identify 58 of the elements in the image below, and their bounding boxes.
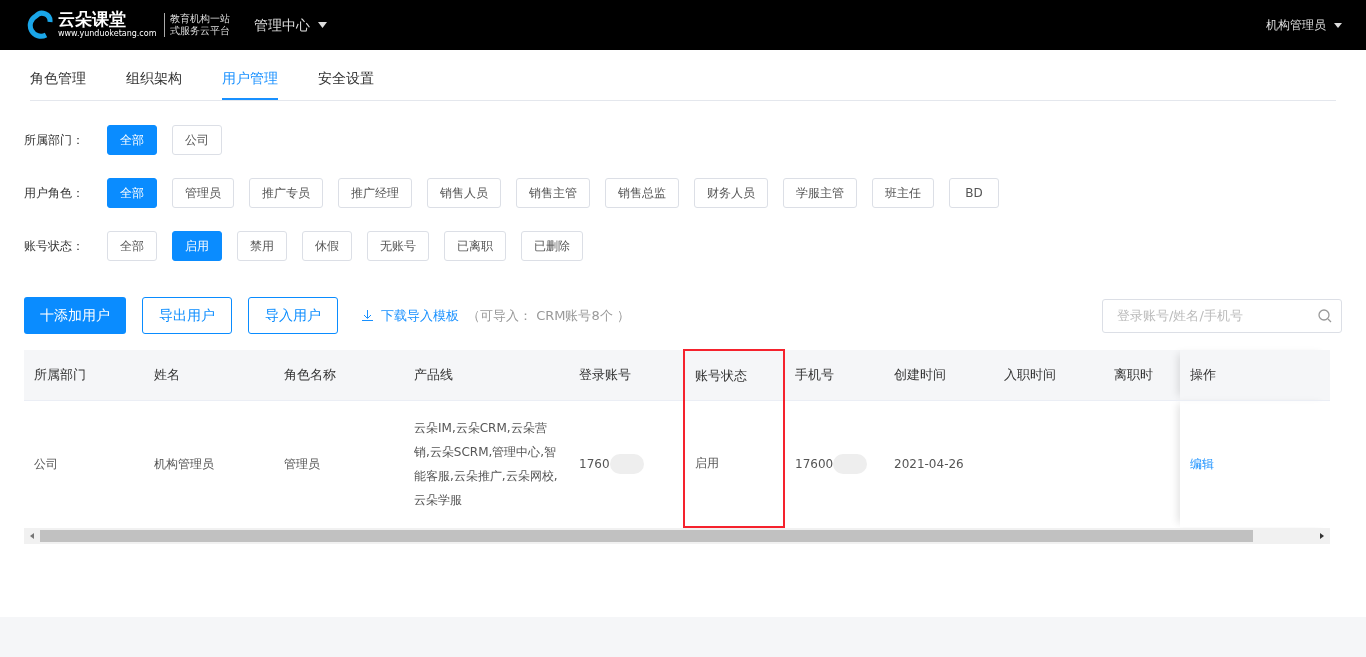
filter-option[interactable]: BD	[949, 178, 999, 208]
download-icon	[362, 310, 373, 321]
table-cell: 管理员	[274, 400, 404, 527]
column-header: 产品线	[404, 350, 569, 400]
filter-option[interactable]: 休假	[302, 231, 352, 261]
horizontal-scrollbar[interactable]	[24, 528, 1330, 544]
filter-option[interactable]: 推广经理	[338, 178, 412, 208]
column-header: 登录账号	[569, 350, 684, 400]
filter-option[interactable]: 公司	[172, 125, 222, 155]
slogan-text: 式服务云平台	[170, 25, 231, 37]
filter-option[interactable]: 财务人员	[694, 178, 768, 208]
column-header: 手机号	[784, 350, 884, 400]
filter-option[interactable]: 全部	[107, 231, 157, 261]
logo-url: www.yunduoketang.com	[58, 28, 157, 40]
column-header: 离职时	[1104, 350, 1180, 400]
caret-icon	[318, 22, 328, 28]
caret-icon	[1334, 22, 1342, 28]
filter-label: 用户角色：	[24, 185, 85, 202]
import-users-button[interactable]: 导入用户	[248, 297, 338, 334]
column-header: 账号状态	[684, 350, 784, 400]
nav-tab[interactable]: 安全设置	[318, 58, 374, 100]
column-header: 创建时间	[884, 350, 994, 400]
filter-option[interactable]: 推广专员	[249, 178, 323, 208]
column-header: 操作	[1180, 350, 1330, 400]
filter-option[interactable]: 销售人员	[427, 178, 501, 208]
table-cell: 17600	[795, 456, 834, 471]
filter-option[interactable]: 已删除	[521, 231, 583, 261]
filter-option[interactable]: 销售主管	[516, 178, 590, 208]
nav-tab[interactable]: 角色管理	[30, 58, 86, 100]
filter-option[interactable]: 销售总监	[605, 178, 679, 208]
logo[interactable]: 云朵课堂 www.yunduoketang.com 教育机构一站 式服务云平台	[24, 10, 231, 40]
slogan-text: 教育机构一站	[170, 13, 231, 25]
filter-option[interactable]: 学服主管	[783, 178, 857, 208]
filter-label: 所属部门：	[24, 132, 85, 149]
filter-label: 账号状态：	[24, 238, 85, 255]
filter-option[interactable]: 已离职	[444, 231, 506, 261]
scrollbar-thumb[interactable]	[40, 530, 1253, 542]
column-header: 入职时间	[994, 350, 1104, 400]
search-field[interactable]: 登录账号/姓名/手机号	[1102, 298, 1342, 333]
nav-tab[interactable]: 组织架构	[126, 58, 182, 100]
table-cell: 机构管理员	[144, 400, 274, 527]
table-cell: 2021-04-26	[884, 400, 994, 527]
column-header: 所属部门	[24, 350, 144, 400]
user-dropdown[interactable]: 机构管理员	[1266, 16, 1342, 34]
filter-option[interactable]: 禁用	[237, 231, 287, 261]
table-cell: 公司	[24, 400, 144, 527]
table-cell: 1760	[579, 456, 610, 471]
export-users-button[interactable]: 导出用户	[142, 297, 232, 334]
column-header: 姓名	[144, 350, 274, 400]
menu-dropdown[interactable]: 管理中心	[254, 14, 328, 36]
filter-option[interactable]: 无账号	[367, 231, 429, 261]
filter-option[interactable]: 班主任	[872, 178, 934, 208]
table-cell: 云朵IM,云朵CRM,云朵营销,云朵SCRM,管理中心,智能客服,云朵推广,云朵网校,云朵学服	[404, 400, 569, 527]
search-icon	[1318, 308, 1332, 323]
logo-text: 云朵课堂	[58, 10, 127, 28]
column-header: 角色名称	[274, 350, 404, 400]
import-note: （可导入： CRM账号8个 ）	[467, 306, 630, 325]
filter-option[interactable]: 管理员	[172, 178, 234, 208]
